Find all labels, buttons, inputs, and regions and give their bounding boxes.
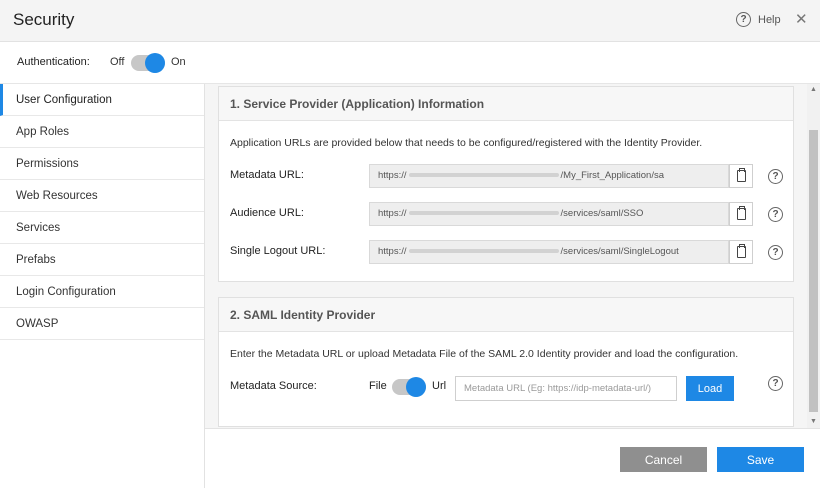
sidebar-item-prefabs[interactable]: Prefabs bbox=[0, 244, 204, 276]
content-scrollbar[interactable]: ▲ ▼ bbox=[807, 84, 820, 428]
url-suffix: /services/saml/SSO bbox=[560, 208, 644, 219]
dialog-footer: Cancel Save bbox=[205, 428, 820, 488]
help-icon: ? bbox=[736, 12, 751, 27]
audience-url-field[interactable]: https:// /services/saml/SSO bbox=[369, 202, 729, 226]
authentication-bar: Authentication: Off On bbox=[0, 42, 820, 84]
load-button[interactable]: Load bbox=[686, 376, 734, 401]
url-prefix: https:// bbox=[378, 208, 407, 219]
copy-single-logout-url-button[interactable] bbox=[729, 240, 753, 264]
clipboard-icon bbox=[736, 206, 746, 220]
sidebar-item-permissions[interactable]: Permissions bbox=[0, 148, 204, 180]
sidebar: User Configuration App Roles Permissions… bbox=[0, 84, 205, 488]
metadata-source-label: Metadata Source: bbox=[230, 380, 317, 392]
service-provider-description: Application URLs are provided below that… bbox=[230, 137, 703, 149]
url-prefix: https:// bbox=[378, 170, 407, 181]
clipboard-icon bbox=[736, 168, 746, 182]
toggle-knob bbox=[145, 53, 165, 73]
main-content: 1. Service Provider (Application) Inform… bbox=[205, 84, 807, 428]
help-icon[interactable]: ? bbox=[768, 376, 783, 391]
dialog-titlebar: Security ? Help ✕ bbox=[0, 0, 820, 42]
metadata-source-toggle[interactable] bbox=[392, 377, 426, 397]
cancel-button[interactable]: Cancel bbox=[620, 447, 707, 472]
help-icon[interactable]: ? bbox=[768, 169, 783, 184]
service-provider-panel: 1. Service Provider (Application) Inform… bbox=[218, 86, 794, 282]
url-suffix: /My_First_Application/sa bbox=[560, 170, 664, 181]
metadata-url-label: Metadata URL: bbox=[230, 169, 304, 181]
single-logout-url-field[interactable]: https:// /services/saml/SingleLogout bbox=[369, 240, 729, 264]
auth-on-label: On bbox=[171, 56, 186, 68]
scroll-up-arrow-icon[interactable]: ▲ bbox=[807, 84, 820, 96]
toggle-knob bbox=[406, 377, 426, 397]
sidebar-item-owasp[interactable]: OWASP bbox=[0, 308, 204, 340]
sidebar-item-login-configuration[interactable]: Login Configuration bbox=[0, 276, 204, 308]
url-suffix: /services/saml/SingleLogout bbox=[560, 246, 679, 257]
metadata-url-input[interactable] bbox=[455, 376, 677, 401]
identity-provider-description: Enter the Metadata URL or upload Metadat… bbox=[230, 348, 739, 360]
sidebar-item-web-resources[interactable]: Web Resources bbox=[0, 180, 204, 212]
sidebar-item-services[interactable]: Services bbox=[0, 212, 204, 244]
source-file-label: File bbox=[369, 380, 387, 392]
help-icon[interactable]: ? bbox=[768, 245, 783, 260]
authentication-toggle[interactable] bbox=[131, 53, 165, 73]
clipboard-icon bbox=[736, 244, 746, 258]
source-url-label: Url bbox=[432, 380, 447, 392]
copy-audience-url-button[interactable] bbox=[729, 202, 753, 226]
sidebar-item-user-configuration[interactable]: User Configuration bbox=[0, 84, 204, 116]
audience-url-label: Audience URL: bbox=[230, 207, 304, 219]
close-icon[interactable]: ✕ bbox=[795, 10, 808, 28]
help-link[interactable]: ? Help bbox=[736, 12, 781, 27]
sidebar-item-app-roles[interactable]: App Roles bbox=[0, 116, 204, 148]
redacted-host bbox=[408, 173, 559, 178]
saml-identity-provider-panel: 2. SAML Identity Provider Enter the Meta… bbox=[218, 297, 794, 427]
service-provider-heading: 1. Service Provider (Application) Inform… bbox=[219, 87, 793, 121]
authentication-label: Authentication: bbox=[17, 56, 90, 68]
url-prefix: https:// bbox=[378, 246, 407, 257]
scrollbar-thumb[interactable] bbox=[809, 130, 818, 412]
help-label: Help bbox=[758, 13, 781, 26]
single-logout-url-label: Single Logout URL: bbox=[230, 245, 326, 257]
identity-provider-heading: 2. SAML Identity Provider bbox=[219, 298, 793, 332]
scroll-down-arrow-icon[interactable]: ▼ bbox=[807, 416, 820, 428]
metadata-url-field[interactable]: https:// /My_First_Application/sa bbox=[369, 164, 729, 188]
dialog-title: Security bbox=[13, 10, 75, 29]
auth-off-label: Off bbox=[110, 56, 125, 68]
copy-metadata-url-button[interactable] bbox=[729, 164, 753, 188]
help-icon[interactable]: ? bbox=[768, 207, 783, 222]
save-button[interactable]: Save bbox=[717, 447, 804, 472]
redacted-host bbox=[408, 249, 559, 254]
redacted-host bbox=[408, 211, 559, 216]
